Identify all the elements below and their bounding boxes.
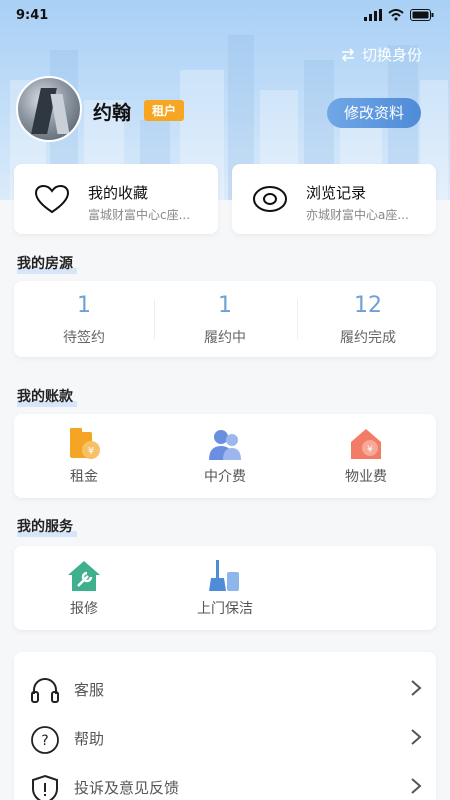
browse-history-title: 浏览记录 [306,184,367,202]
services-section-title: 我的服务 [17,516,77,537]
svg-text:¥: ¥ [88,446,94,457]
billing-item-rent[interactable]: ¥ 租金 [14,414,154,498]
menu-label: 帮助 [74,730,105,748]
service-label: 报修 [70,601,98,617]
stat-label: 履约完成 [340,330,396,346]
stat-pending-sign[interactable]: 1 待签约 [14,281,154,357]
headset-icon [31,678,59,703]
swap-icon [341,47,355,62]
user-name: 约翰 [93,102,132,124]
service-label: 上门保洁 [197,601,253,617]
repair-icon [68,561,100,591]
battery-icon [410,9,434,21]
switch-identity-button[interactable]: 切换身份 [340,44,422,65]
agency-fee-icon [209,430,241,460]
menu-item-customer-service[interactable]: 客服 [14,663,436,713]
status-bar: 9:41 [16,6,434,26]
stat-value: 1 [77,293,91,318]
service-item-cleaning[interactable]: 上门保洁 [155,546,295,630]
billing-item-agency-fee[interactable]: 中介费 [155,414,295,498]
favorites-card[interactable]: 我的收藏 富城财富中心c座... [14,164,218,234]
billing-label: 租金 [70,469,98,485]
settings-menu: 客服 ? 帮助 投诉及意见反馈 [14,652,436,800]
wifi-icon [388,9,404,21]
menu-label: 投诉及意见反馈 [74,779,180,797]
stat-value: 12 [354,293,382,318]
svg-text:¥: ¥ [367,445,373,455]
housing-section-title: 我的房源 [17,253,77,274]
service-item-repair[interactable]: 报修 [14,546,154,630]
shield-icon [32,774,58,800]
stat-in-progress[interactable]: 1 履约中 [155,281,295,357]
stat-value: 1 [218,293,232,318]
avatar[interactable] [16,76,82,142]
rent-icon: ¥ [70,428,100,459]
favorites-subtitle: 富城财富中心c座... [88,208,191,222]
status-time: 9:41 [16,8,49,23]
stat-label: 待签约 [63,330,105,346]
housing-stats: 1 待签约 1 履约中 12 履约完成 [14,281,436,357]
eye-icon [253,186,287,212]
edit-profile-button[interactable]: 修改资料 [327,98,421,128]
stat-label: 履约中 [204,330,246,346]
heart-icon [34,184,70,214]
menu-item-feedback[interactable]: 投诉及意见反馈 [14,761,436,800]
menu-item-help[interactable]: ? 帮助 [14,712,436,762]
cleaning-icon [209,560,239,591]
billing-label: 物业费 [345,469,387,485]
billing-section-title: 我的账款 [17,386,77,407]
property-fee-icon: ¥ [351,429,381,459]
billing-grid: ¥ 租金 中介费 ¥ 物业费 [14,414,436,498]
svg-text:?: ? [41,733,48,749]
switch-identity-label: 切换身份 [361,46,422,64]
cellular-signal-icon [364,9,382,21]
browse-history-subtitle: 亦城财富中心a座... [306,208,409,222]
favorites-title: 我的收藏 [88,184,149,202]
browse-history-card[interactable]: 浏览记录 亦城财富中心a座... [232,164,436,234]
help-icon: ? [31,726,59,754]
chevron-right-icon [411,729,422,745]
services-grid: 报修 上门保洁 [14,546,436,630]
chevron-right-icon [411,778,422,794]
billing-label: 中介费 [204,469,246,485]
menu-label: 客服 [74,681,105,699]
role-badge: 租户 [144,100,185,121]
billing-item-property-fee[interactable]: ¥ 物业费 [296,414,436,498]
stat-completed[interactable]: 12 履约完成 [298,281,438,357]
chevron-right-icon [411,680,422,696]
